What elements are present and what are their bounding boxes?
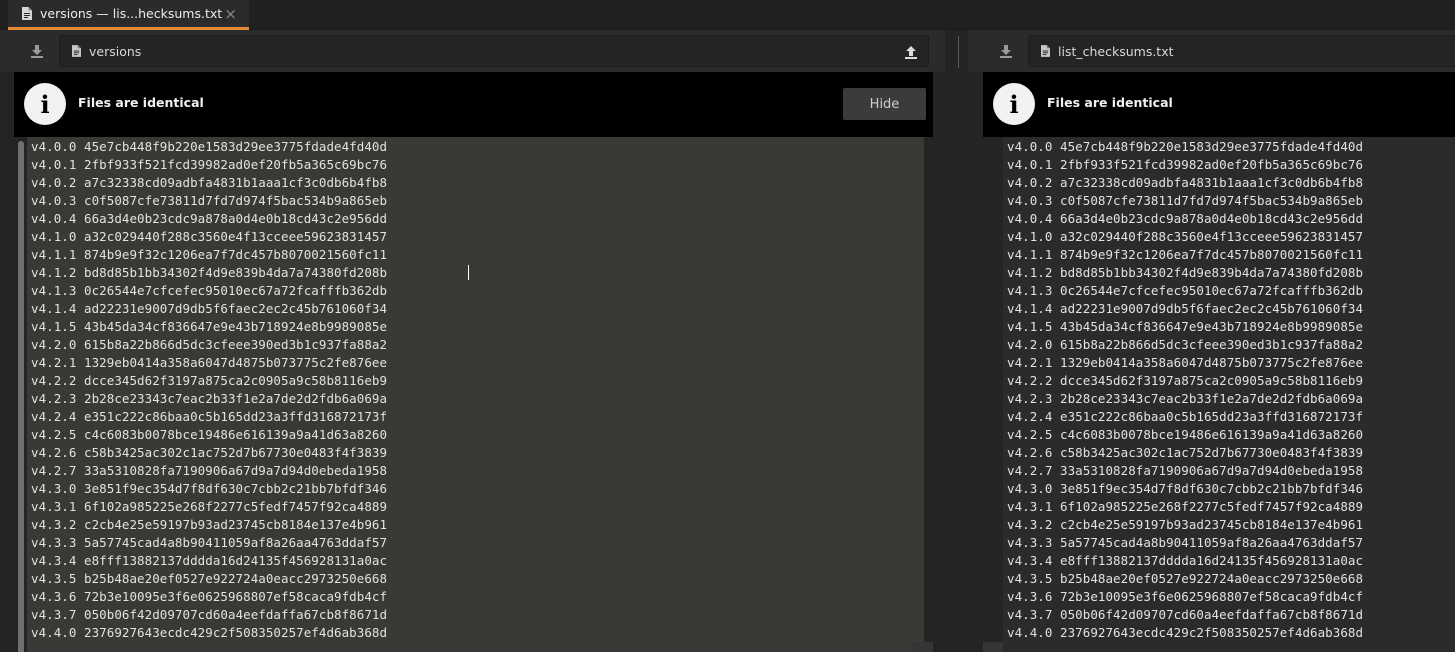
text-line: v4.0.4 66a3d4e0b23cdc9a878a0d4e0b18cd43c… bbox=[31, 211, 388, 226]
text-line: v4.2.2 dcce345d62f3197a875ca2c0905a9c58b… bbox=[31, 373, 388, 388]
text-line: v4.0.2 a7c32338cd09adbfa4831b1aaa1cf3c0d… bbox=[31, 175, 388, 190]
text-line: v4.1.3 0c26544e7cfcefec95010ec67a72fcaff… bbox=[31, 283, 388, 298]
text-line: v4.3.6 72b3e10095e3f6e0625968807ef58caca… bbox=[31, 589, 388, 604]
text-line: v4.1.4 ad22231e9007d9db5f6faec2ec2c45b76… bbox=[31, 301, 388, 316]
pane-divider bbox=[958, 36, 959, 68]
text-line: v4.2.6 c58b3425ac302c1ac752d7b67730e0483… bbox=[31, 445, 388, 460]
tab-versions-vs-checksums[interactable]: versions — lis...hecksums.txt × bbox=[8, 0, 249, 30]
text-line: v4.3.2 c2cb4e25e59197b93ad23745cb8184e13… bbox=[31, 517, 388, 532]
tab-close-icon[interactable]: × bbox=[224, 6, 237, 22]
text-line: v4.0.1 2fbf933f521fcd39982ad0ef20fb5a365… bbox=[31, 157, 388, 172]
text-line: v4.1.3 0c26544e7cfcefec95010ec67a72fcaff… bbox=[1007, 283, 1364, 298]
download-icon bbox=[1000, 45, 1012, 58]
text-line: v4.1.1 874b9e9f32c1206ea7f7dc457b8070021… bbox=[31, 247, 388, 262]
right-path-text: list_checksums.txt bbox=[1058, 43, 1174, 59]
text-line: v4.3.0 3e851f9ec354d7f8df630c7cbb2c21bb7… bbox=[31, 481, 388, 496]
text-line: v4.2.7 33a5310828fa7190906a67d9a7d94d0eb… bbox=[1007, 463, 1364, 478]
info-icon: i bbox=[993, 83, 1035, 125]
text-line: v4.1.4 ad22231e9007d9db5f6faec2ec2c45b76… bbox=[1007, 301, 1364, 316]
left-scroll-end bbox=[911, 642, 933, 652]
text-line: v4.1.1 874b9e9f32c1206ea7f7dc457b8070021… bbox=[1007, 247, 1364, 262]
left-download-button[interactable] bbox=[25, 39, 49, 63]
right-text-editor[interactable]: v4.0.0 45e7cb448f9b220e1583d29ee3775fdad… bbox=[983, 137, 1455, 652]
text-line: v4.0.1 2fbf933f521fcd39982ad0ef20fb5a365… bbox=[1007, 157, 1364, 172]
text-line: v4.0.3 c0f5087cfe73811d7fd7d974f5bac534b… bbox=[1007, 193, 1364, 208]
left-scrollbar[interactable] bbox=[924, 137, 933, 652]
left-gutter bbox=[18, 141, 24, 652]
text-line: v4.3.4 e8fff13882137dddda16d24135f456928… bbox=[1007, 553, 1364, 568]
file-icon bbox=[72, 45, 81, 57]
left-path-text: versions bbox=[89, 43, 142, 59]
text-line: v4.1.0 a32c029440f288c3560e4f13cceee5962… bbox=[31, 229, 388, 244]
text-line: v4.2.1 1329eb0414a358a6047d4875b073775c2… bbox=[31, 355, 388, 370]
right-download-button[interactable] bbox=[994, 39, 1018, 63]
right-scroll-end bbox=[983, 642, 1003, 652]
left-text-editor[interactable]: v4.0.0 45e7cb448f9b220e1583d29ee3775fdad… bbox=[14, 137, 933, 652]
text-line: v4.2.3 2b28ce23343c7eac2b33f1e2a7de2d2fd… bbox=[31, 391, 388, 406]
text-line: v4.0.4 66a3d4e0b23cdc9a878a0d4e0b18cd43c… bbox=[1007, 211, 1364, 226]
hide-button[interactable]: Hide bbox=[843, 88, 926, 120]
text-line: v4.2.3 2b28ce23343c7eac2b33f1e2a7de2d2fd… bbox=[1007, 391, 1364, 406]
text-line: v4.3.7 050b06f42d09707cd60a4eefdaffa67cb… bbox=[31, 607, 388, 622]
left-banner-message: Files are identical bbox=[78, 95, 204, 110]
right-info-banner: i Files are identical bbox=[983, 72, 1455, 137]
text-line: v4.2.0 615b8a22b866d5dc3cfeee390ed3b1c93… bbox=[31, 337, 388, 352]
text-line: v4.2.2 dcce345d62f3197a875ca2c0905a9c58b… bbox=[1007, 373, 1364, 388]
text-line: v4.2.5 c4c6083b0078bce19486e616139a9a41d… bbox=[1007, 427, 1364, 442]
text-line: v4.1.2 bd8d85b1bb34302f4d9e839b4da7a7438… bbox=[31, 265, 388, 280]
left-upload-button[interactable] bbox=[902, 43, 920, 61]
text-line: v4.2.0 615b8a22b866d5dc3cfeee390ed3b1c93… bbox=[1007, 337, 1364, 352]
text-line: v4.3.1 6f102a985225e268f2277c5fedf7457f9… bbox=[31, 499, 388, 514]
text-line: v4.3.5 b25b48ae20ef0527e922724a0eacc2973… bbox=[31, 571, 388, 586]
upload-icon bbox=[905, 46, 917, 59]
text-line: v4.2.6 c58b3425ac302c1ac752d7b67730e0483… bbox=[1007, 445, 1364, 460]
left-lines: v4.0.0 45e7cb448f9b220e1583d29ee3775fdad… bbox=[31, 138, 387, 642]
text-line: v4.1.2 bd8d85b1bb34302f4d9e839b4da7a7438… bbox=[1007, 265, 1364, 280]
text-line: v4.0.0 45e7cb448f9b220e1583d29ee3775fdad… bbox=[1007, 139, 1364, 154]
text-line: v4.0.3 c0f5087cfe73811d7fd7d974f5bac534b… bbox=[31, 193, 388, 208]
text-line: v4.2.4 e351c222c86baa0c5b165dd23a3ffd316… bbox=[31, 409, 388, 424]
text-line: v4.2.4 e351c222c86baa0c5b165dd23a3ffd316… bbox=[1007, 409, 1364, 424]
text-line: v4.1.5 43b45da34cf836647e9e43b718924e8b9… bbox=[31, 319, 388, 334]
text-line: v4.4.0 2376927643ecdc429c2f508350257ef4d… bbox=[1007, 625, 1364, 640]
right-path-field[interactable]: list_checksums.txt bbox=[1028, 35, 1455, 67]
text-line: v4.3.3 5a57745cad4a8b90411059af8a26aa476… bbox=[31, 535, 388, 550]
text-caret bbox=[468, 265, 469, 280]
text-line: v4.1.0 a32c029440f288c3560e4f13cceee5962… bbox=[1007, 229, 1364, 244]
text-line: v4.3.6 72b3e10095e3f6e0625968807ef58caca… bbox=[1007, 589, 1364, 604]
text-line: v4.3.0 3e851f9ec354d7f8df630c7cbb2c21bb7… bbox=[1007, 481, 1364, 496]
info-icon: i bbox=[24, 83, 66, 125]
tab-title: versions — lis...hecksums.txt bbox=[40, 6, 223, 21]
left-path-field[interactable]: versions bbox=[59, 35, 929, 67]
text-line: v4.2.7 33a5310828fa7190906a67d9a7d94d0eb… bbox=[31, 463, 388, 478]
text-line: v4.4.0 2376927643ecdc429c2f508350257ef4d… bbox=[31, 625, 388, 640]
right-lines: v4.0.0 45e7cb448f9b220e1583d29ee3775fdad… bbox=[1007, 138, 1363, 642]
text-line: v4.2.1 1329eb0414a358a6047d4875b073775c2… bbox=[1007, 355, 1364, 370]
file-icon bbox=[1041, 45, 1050, 57]
text-line: v4.3.5 b25b48ae20ef0527e922724a0eacc2973… bbox=[1007, 571, 1364, 586]
text-line: v4.3.2 c2cb4e25e59197b93ad23745cb8184e13… bbox=[1007, 517, 1364, 532]
left-pane-header: versions bbox=[0, 30, 945, 72]
text-line: v4.3.4 e8fff13882137dddda16d24135f456928… bbox=[31, 553, 388, 568]
text-line: v4.3.1 6f102a985225e268f2277c5fedf7457f9… bbox=[1007, 499, 1364, 514]
text-line: v4.0.2 a7c32338cd09adbfa4831b1aaa1cf3c0d… bbox=[1007, 175, 1364, 190]
document-icon bbox=[22, 7, 32, 20]
tab-bar: versions — lis...hecksums.txt × bbox=[0, 0, 1455, 30]
right-pane-header: list_checksums.txt bbox=[968, 30, 1455, 72]
text-line: v4.0.0 45e7cb448f9b220e1583d29ee3775fdad… bbox=[31, 139, 388, 154]
text-line: v4.3.3 5a57745cad4a8b90411059af8a26aa476… bbox=[1007, 535, 1364, 550]
right-banner-message: Files are identical bbox=[1047, 95, 1173, 110]
download-icon bbox=[31, 45, 43, 58]
text-line: v4.3.7 050b06f42d09707cd60a4eefdaffa67cb… bbox=[1007, 607, 1364, 622]
left-info-banner: i Files are identical Hide bbox=[14, 72, 933, 137]
text-line: v4.1.5 43b45da34cf836647e9e43b718924e8b9… bbox=[1007, 319, 1364, 334]
text-line: v4.2.5 c4c6083b0078bce19486e616139a9a41d… bbox=[31, 427, 388, 442]
